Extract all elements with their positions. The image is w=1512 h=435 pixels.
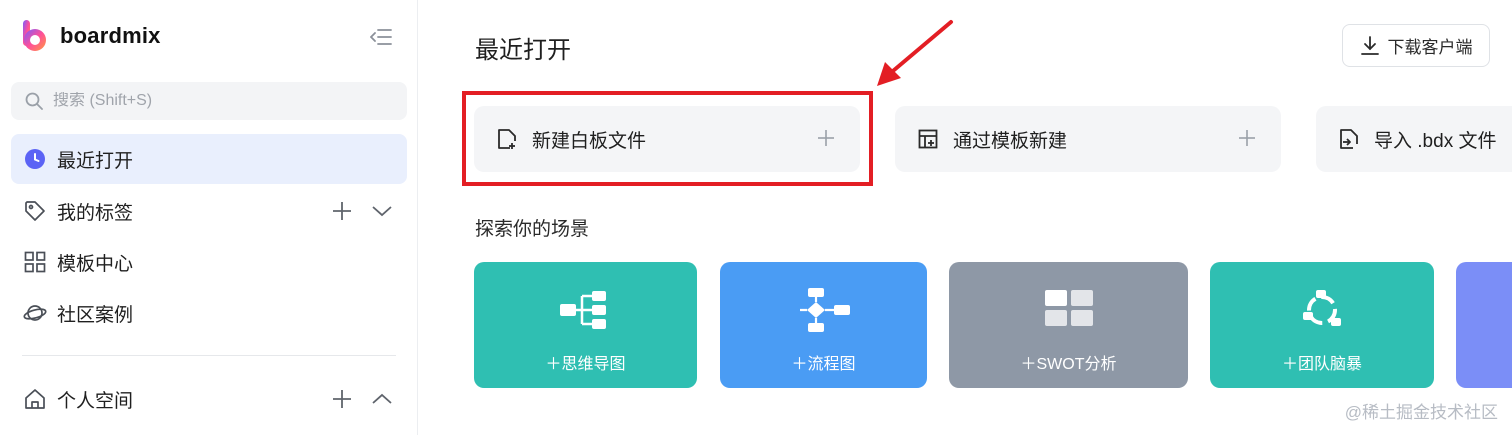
boardmix-logo-icon [23, 20, 46, 51]
sidebar-item-label: 我的标签 [57, 202, 134, 224]
mindmap-icon [559, 291, 606, 329]
swot-icon [1044, 290, 1093, 326]
search-box[interactable] [11, 82, 407, 120]
watermark: @稀土掘金技术社区 [1344, 403, 1498, 422]
download-label: 下载客户端 [1387, 38, 1473, 57]
chevron-down-icon[interactable] [371, 200, 393, 222]
sidebar-item-label: 社区案例 [57, 304, 134, 326]
sidebar-item-tags[interactable]: 我的标签 [11, 186, 407, 236]
home-icon [23, 387, 47, 411]
search-icon [25, 92, 43, 110]
new-file-icon [496, 128, 518, 150]
new-from-template-card[interactable]: 通过模板新建 [895, 106, 1281, 172]
scene-label: ＋流程图 [791, 356, 856, 373]
brand[interactable]: boardmix [22, 18, 161, 54]
scene-card-flowchart[interactable]: ＋流程图 [720, 262, 927, 388]
chevron-up-icon[interactable] [371, 388, 393, 410]
scene-label: ＋SWOT分析 [1020, 356, 1117, 373]
main-content: 最近打开 下载客户端 新建白板文件 通过模板新建 导入 .bdx 文件 探索你的… [419, 0, 1512, 435]
sidebar-item-label: 个人空间 [57, 390, 134, 412]
sidebar-item-label: 模板中心 [57, 253, 134, 275]
import-bdx-card[interactable]: 导入 .bdx 文件 [1316, 106, 1512, 172]
scene-card-brainstorm[interactable]: ＋团队脑暴 [1210, 262, 1434, 388]
grid-icon [23, 250, 47, 274]
card-label: 通过模板新建 [953, 130, 1068, 152]
sidebar-item-label: 最近打开 [57, 150, 134, 172]
new-whiteboard-card[interactable]: 新建白板文件 [474, 106, 860, 172]
search-input[interactable] [53, 92, 353, 110]
scene-label: ＋思维导图 [545, 356, 626, 373]
sidebar-item-templates[interactable]: 模板中心 [11, 237, 407, 287]
card-label: 新建白板文件 [532, 130, 647, 152]
tag-icon [23, 199, 47, 223]
sidebar: boardmix 最近打开 我的标签 模板中心 [0, 0, 418, 435]
clock-icon [23, 147, 47, 171]
collapse-sidebar-button[interactable] [368, 24, 394, 50]
section-title: 探索你的场景 [475, 219, 590, 240]
add-tag-icon[interactable] [331, 200, 353, 222]
plus-icon [1235, 126, 1259, 150]
brand-name: boardmix [60, 23, 161, 48]
brainstorm-icon [1303, 290, 1341, 326]
scene-card-partial[interactable] [1456, 262, 1512, 388]
sidebar-item-community[interactable]: 社区案例 [11, 288, 407, 338]
plus-icon [814, 126, 838, 150]
flowchart-icon [799, 288, 850, 332]
annotation-arrow-icon [877, 20, 953, 86]
template-icon [917, 128, 939, 150]
scene-label: ＋团队脑暴 [1281, 356, 1362, 373]
scene-card-mindmap[interactable]: ＋思维导图 [474, 262, 697, 388]
sidebar-divider [22, 355, 396, 356]
page-title: 最近打开 [475, 37, 571, 64]
sidebar-item-personal-space[interactable]: 个人空间 [11, 374, 407, 424]
planet-icon [23, 301, 47, 325]
collapse-icon [370, 29, 392, 45]
scene-card-swot[interactable]: ＋SWOT分析 [949, 262, 1188, 388]
download-icon [1360, 35, 1379, 55]
add-space-icon[interactable] [331, 388, 353, 410]
card-label: 导入 .bdx 文件 [1374, 130, 1497, 152]
sidebar-item-recent[interactable]: 最近打开 [11, 134, 407, 184]
download-client-button[interactable]: 下载客户端 [1342, 24, 1490, 67]
import-icon [1338, 128, 1360, 150]
